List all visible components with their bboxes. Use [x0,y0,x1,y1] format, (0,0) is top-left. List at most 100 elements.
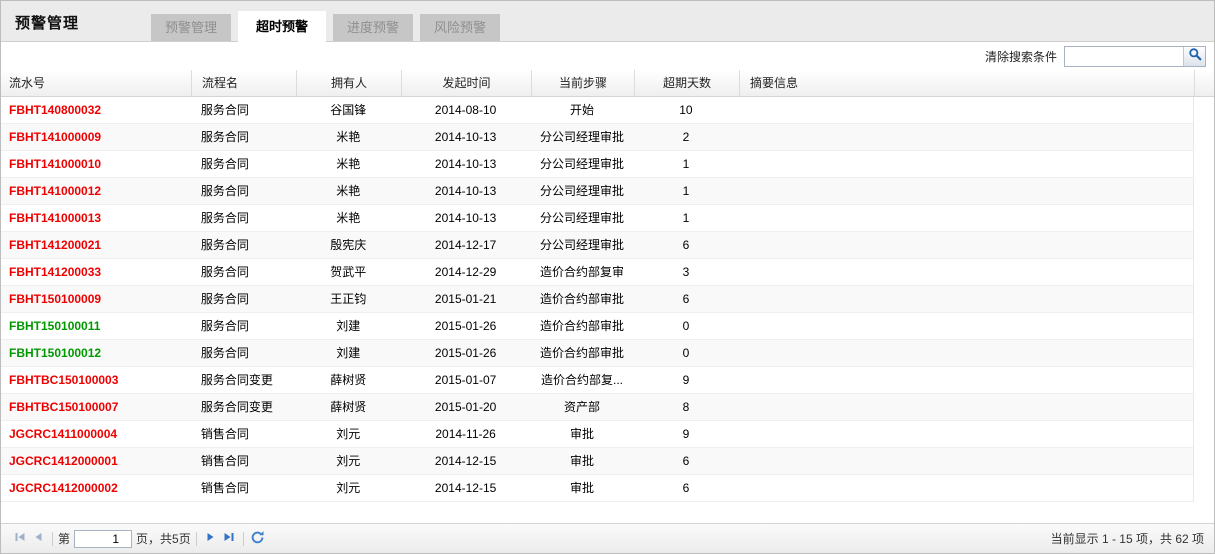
column-header-owner[interactable]: 拥有人 [296,70,401,96]
cell-step: 分公司经理审批 [540,130,625,144]
cell-id[interactable]: FBHTBC150100007 [1,394,191,420]
column-header-overdue-days[interactable]: 超期天数 [634,70,739,96]
prev-page-button[interactable] [29,530,47,548]
table-row[interactable]: FBHT141000013 服务合同 米艳 2014-10-13 分公司经理审批 1 [1,205,1194,232]
table-row[interactable]: FBHT141000010 服务合同 米艳 2014-10-13 分公司经理审批 1 [1,151,1194,178]
cell-start: 2015-01-21 [434,292,497,306]
column-header-current-step[interactable]: 当前步骤 [531,70,634,96]
column-header-spacer [1194,70,1214,96]
cell-step: 造价合约部审批 [540,346,625,360]
cell-process: 服务合同 [200,103,249,117]
cell-owner: 王正钧 [330,292,367,306]
column-header-summary[interactable]: 摘要信息 [739,70,1194,96]
cell-id[interactable]: FBHTBC150100003 [1,367,191,393]
cell-summary [738,313,1193,339]
cell-summary [738,205,1193,231]
search-toolbar: 清除搜索条件 [1,42,1214,70]
table-row[interactable]: FBHT141200033 服务合同 贺武平 2014-12-29 造价合约部复审 3 [1,259,1194,286]
pager-separator [195,531,197,546]
table-row[interactable]: FBHT150100009 服务合同 王正钧 2015-01-21 造价合约部审批 6 [1,286,1194,313]
table-row[interactable]: FBHTBC150100007 服务合同变更 薛树贤 2015-01-20 资产部 8 [1,394,1194,421]
next-page-button[interactable] [202,530,220,548]
first-page-button[interactable] [11,530,29,548]
cell-step: 开始 [570,103,595,117]
table-row[interactable]: FBHT141000012 服务合同 米艳 2014-10-13 分公司经理审批 1 [1,178,1194,205]
table-row[interactable]: JGCRC1411000004 销售合同 刘元 2014-11-26 审批 9 [1,421,1194,448]
cell-start: 2014-10-13 [434,184,497,198]
cell-id[interactable]: FBHT150100012 [1,340,191,366]
cell-owner: 米艳 [336,211,361,225]
tab-progress-alert[interactable]: 进度预警 [333,14,414,41]
cell-id[interactable]: FBHT141200033 [1,259,191,285]
cell-days: 0 [682,319,690,333]
table-row[interactable]: FBHT140800032 服务合同 谷国锋 2014-08-10 开始 10 [1,97,1194,124]
cell-summary [738,124,1193,150]
clear-search-button[interactable]: 清除搜索条件 [985,48,1057,65]
tab-overtime-alert[interactable]: 超时预警 [238,11,327,42]
table-row[interactable]: FBHTBC150100003 服务合同变更 薛树贤 2015-01-07 造价合约部复… [1,367,1194,394]
cell-step: 审批 [570,481,595,495]
column-header-start-time[interactable]: 发起时间 [401,70,531,96]
table-row[interactable]: JGCRC1412000002 销售合同 刘元 2014-12-15 审批 6 [1,475,1194,502]
cell-owner: 刘建 [336,346,361,360]
cell-days: 1 [682,157,690,171]
grid-header: 流水号 流程名 拥有人 发起时间 当前步骤 超期天数 摘要信息 [1,70,1214,97]
cell-step: 造价合约部复审 [540,265,625,279]
cell-id[interactable]: FBHT141000010 [1,151,191,177]
cell-process: 销售合同 [200,427,249,441]
cell-step: 分公司经理审批 [540,211,625,225]
cell-id[interactable]: FBHT141200021 [1,232,191,258]
cell-id[interactable]: FBHT141000009 [1,124,191,150]
cell-id[interactable]: JGCRC1411000004 [1,421,191,447]
cell-owner: 米艳 [336,130,361,144]
last-page-button[interactable] [220,530,238,548]
table-row[interactable]: FBHT150100012 服务合同 刘建 2015-01-26 造价合约部审批 0 [1,340,1194,367]
cell-owner: 薛树贤 [330,373,367,387]
cell-start: 2015-01-07 [434,373,497,387]
cell-summary [738,232,1193,258]
cell-process: 服务合同 [200,319,249,333]
cell-days: 9 [682,427,690,441]
refresh-button[interactable] [249,530,267,548]
cell-id[interactable]: FBHT150100009 [1,286,191,312]
column-header-process[interactable]: 流程名 [191,70,296,96]
cell-days: 3 [682,265,690,279]
table-row[interactable]: FBHT141200021 服务合同 殷宪庆 2014-12-17 分公司经理审批 6 [1,232,1194,259]
cell-days: 2 [682,130,690,144]
tab-bar: 预警管理 超时预警 进度预警 风险预警 [151,11,507,42]
page-number-input[interactable] [74,529,133,548]
search-icon [1188,47,1202,66]
first-page-icon [13,530,27,547]
cell-process: 服务合同 [200,130,249,144]
tab-risk-alert[interactable]: 风险预警 [420,14,501,41]
cell-process: 服务合同 [200,292,249,306]
cell-start: 2014-08-10 [434,103,497,117]
column-header-serial[interactable]: 流水号 [1,70,191,96]
cell-days: 6 [682,292,690,306]
table-row[interactable]: FBHT141000009 服务合同 米艳 2014-10-13 分公司经理审批 2 [1,124,1194,151]
cell-id[interactable]: FBHT150100011 [1,313,191,339]
search-input[interactable] [1065,46,1183,66]
cell-id[interactable]: FBHT141000012 [1,178,191,204]
cell-process: 销售合同 [200,454,249,468]
cell-summary [738,367,1193,393]
cell-id[interactable]: FBHT141000013 [1,205,191,231]
alert-management-page: 预警管理 预警管理 超时预警 进度预警 风险预警 清除搜索条件 流水号 流程名 拥有人… [0,0,1215,554]
cell-summary [738,97,1193,123]
table-row[interactable]: JGCRC1412000001 销售合同 刘元 2014-12-15 审批 6 [1,448,1194,475]
cell-id[interactable]: FBHT140800032 [1,97,191,123]
cell-start: 2014-10-13 [434,157,497,171]
cell-id[interactable]: JGCRC1412000001 [1,448,191,474]
pagination-bar: 第 页，共5页 [1,523,1214,553]
search-button[interactable] [1183,46,1205,66]
pager-separator [242,531,244,546]
cell-owner: 刘元 [336,481,361,495]
cell-process: 服务合同 [200,238,249,252]
tab-alert-management[interactable]: 预警管理 [151,14,232,41]
cell-id[interactable]: JGCRC1412000002 [1,475,191,501]
page-suffix-label: 页，共5页 [136,532,191,546]
cell-start: 2014-12-29 [434,265,497,279]
cell-process: 服务合同 [200,346,249,360]
cell-start: 2014-12-15 [434,481,497,495]
table-row[interactable]: FBHT150100011 服务合同 刘建 2015-01-26 造价合约部审批 0 [1,313,1194,340]
